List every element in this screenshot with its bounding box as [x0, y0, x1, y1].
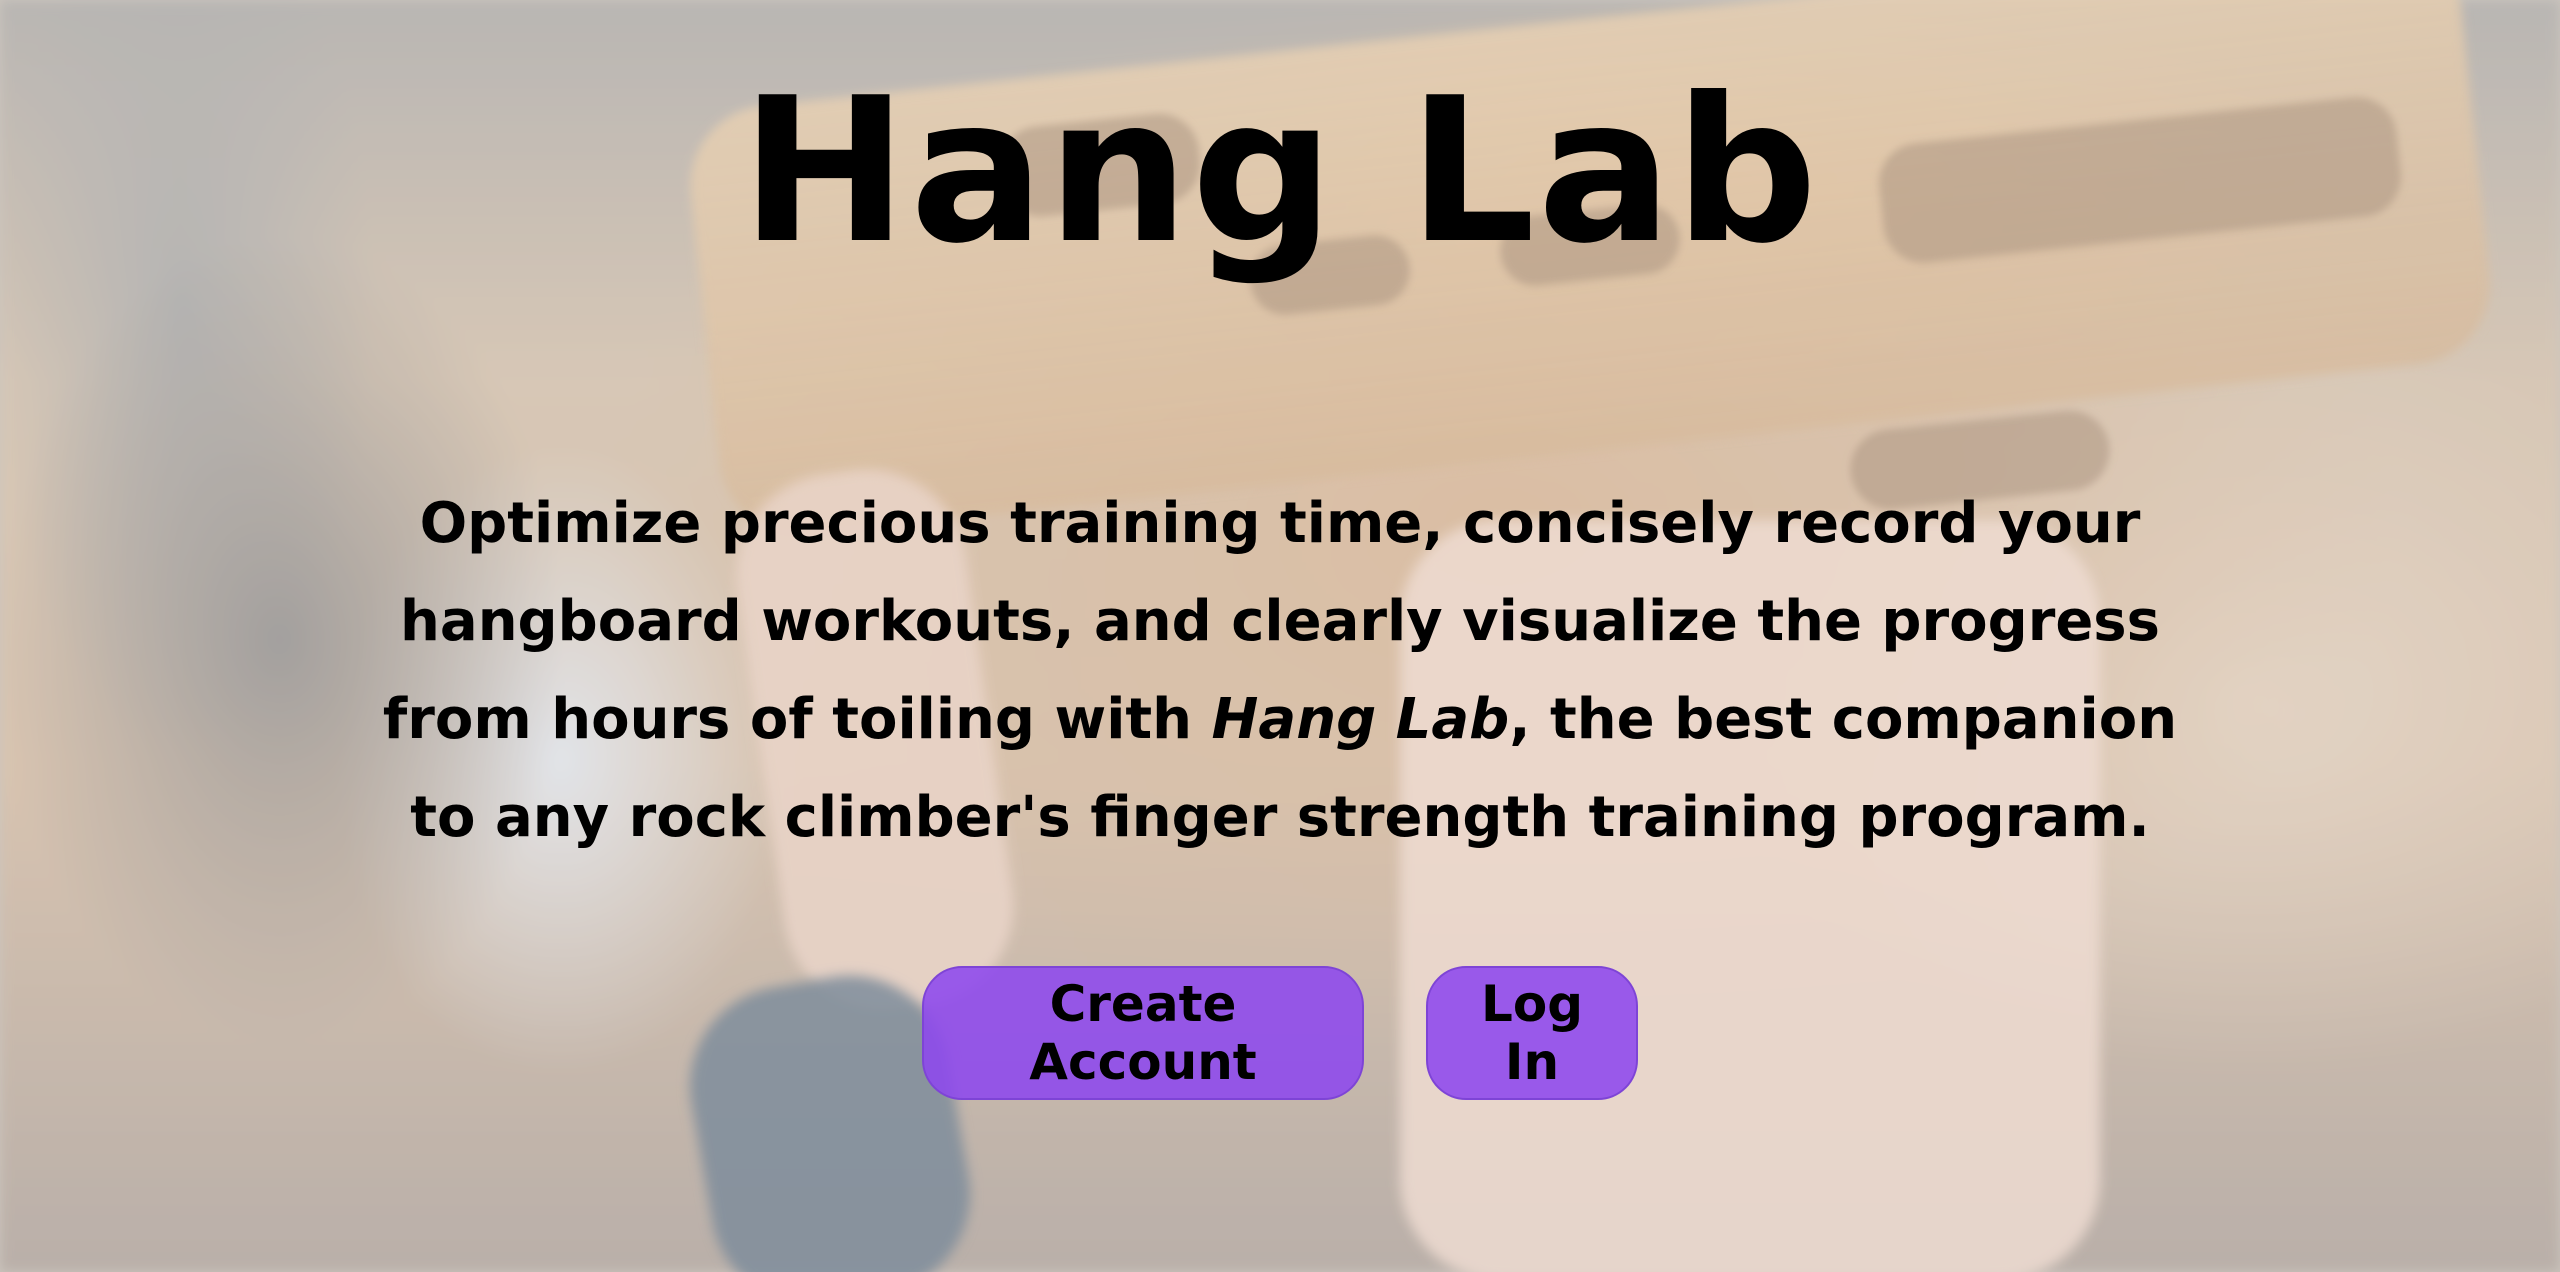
- auth-actions: Create Account Log In: [0, 966, 2560, 1100]
- log-in-button[interactable]: Log In: [1426, 966, 1638, 1100]
- create-account-button[interactable]: Create Account: [922, 966, 1364, 1100]
- app-title: Hang Lab: [740, 55, 1820, 288]
- app-tagline: Optimize precious training time, concise…: [380, 475, 2180, 867]
- tagline-brand: Hang Lab: [1211, 687, 1510, 752]
- landing-content: Hang Lab Optimize precious training time…: [0, 0, 2560, 1272]
